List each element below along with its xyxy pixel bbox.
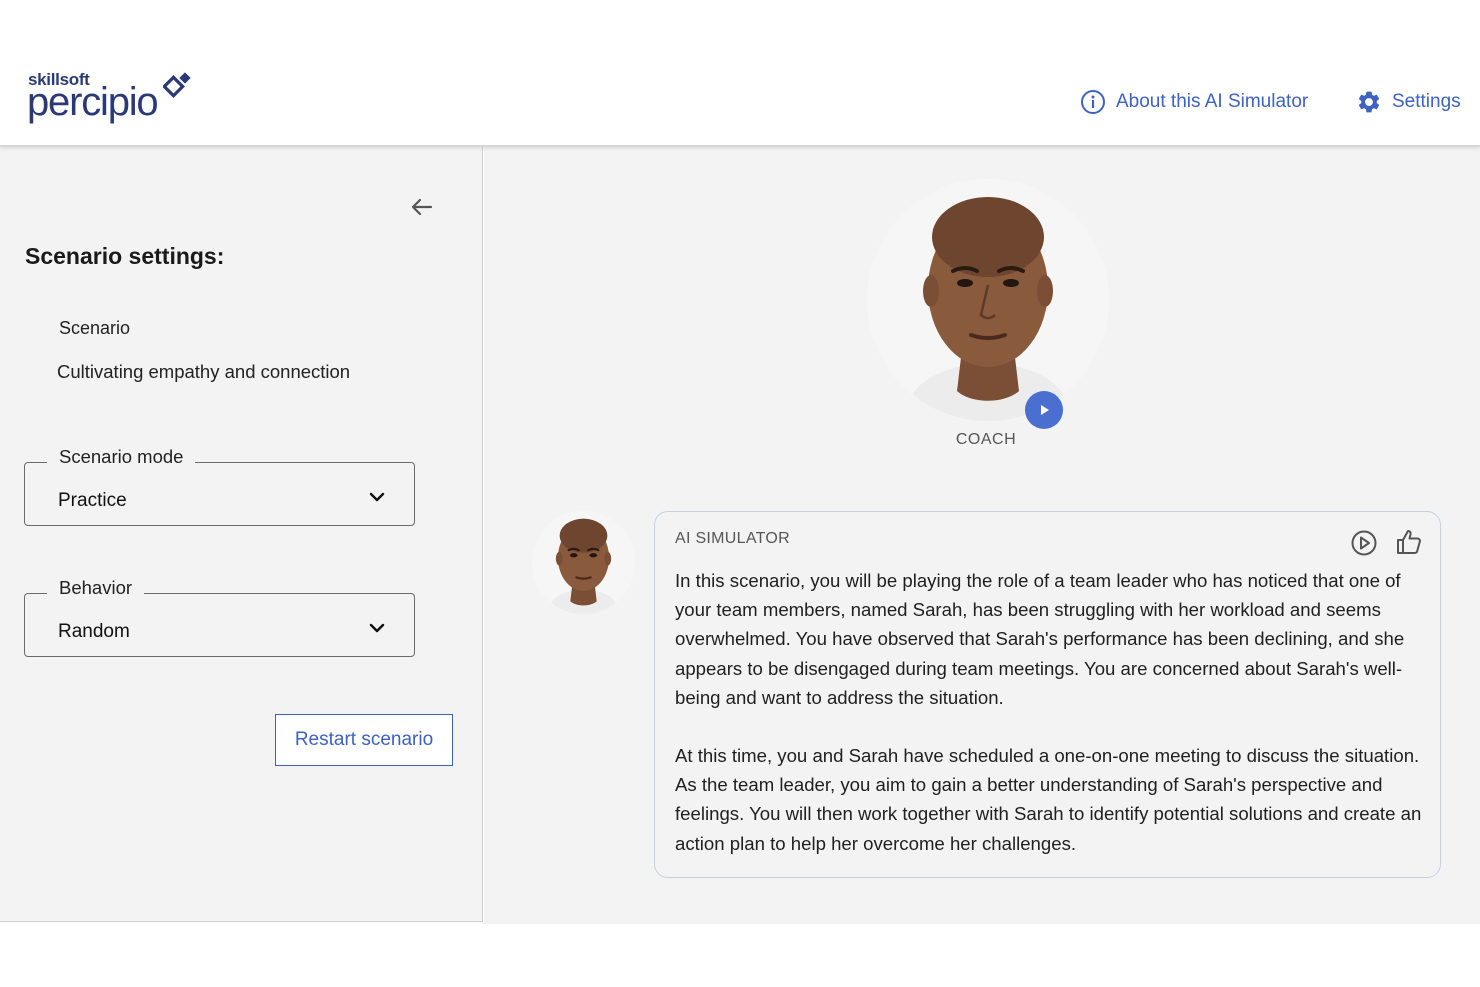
simulator-portrait-image (532, 511, 635, 614)
play-icon (1041, 405, 1049, 415)
scenario-mode-select[interactable]: Scenario mode Practice (24, 446, 415, 526)
logo-diamond-icon (163, 72, 191, 98)
about-simulator-label: About this AI Simulator (1116, 91, 1309, 112)
gear-icon (1356, 89, 1382, 115)
info-circle-icon (1080, 89, 1106, 115)
behavior-label: Behavior (47, 577, 145, 599)
coach-play-button[interactable] (1025, 391, 1063, 429)
settings-label: Settings (1392, 91, 1461, 112)
behavior-value: Random (58, 621, 130, 642)
message-sender: AI SIMULATOR (675, 530, 791, 547)
simulator-avatar (532, 511, 635, 614)
coach-avatar (867, 179, 1109, 421)
thumbs-up-icon[interactable] (1394, 527, 1424, 557)
chevron-down-icon (369, 492, 385, 502)
message-body: In this scenario, you will be playing th… (675, 566, 1425, 887)
app-header: skillsoft percipio About this AI Simulat… (0, 0, 1480, 147)
play-icon[interactable] (1350, 529, 1378, 557)
scenario-mode-value: Practice (58, 490, 127, 511)
simulator-main: COACH AI SIMULATOR In this scenario, you… (484, 147, 1480, 924)
about-simulator-link[interactable]: About this AI Simulator (1080, 88, 1308, 116)
message-paragraph: In this scenario, you will be playing th… (675, 570, 1405, 708)
percipio-logo[interactable]: skillsoft percipio (27, 70, 203, 126)
settings-link[interactable]: Settings (1356, 88, 1461, 116)
behavior-select[interactable]: Behavior Random (24, 577, 415, 657)
chevron-down-icon (369, 623, 385, 633)
message-paragraph: At this time, you and Sarah have schedul… (675, 745, 1422, 854)
scenario-mode-label: Scenario mode (47, 446, 196, 468)
coach-label: COACH (955, 431, 1017, 448)
arrow-left-icon[interactable] (408, 193, 436, 221)
simulator-message-card: AI SIMULATOR In this scenario, you will … (654, 511, 1441, 878)
scenario-value: Cultivating empathy and connection (57, 361, 351, 382)
scenario-settings-heading: Scenario settings: (25, 243, 225, 269)
restart-scenario-button[interactable]: Restart scenario (275, 714, 453, 766)
logo-brand-big: percipio (27, 80, 159, 124)
scenario-label: Scenario (59, 318, 131, 338)
scenario-settings-panel: Scenario settings: Scenario Cultivating … (0, 147, 483, 922)
coach-portrait-image (867, 179, 1109, 421)
